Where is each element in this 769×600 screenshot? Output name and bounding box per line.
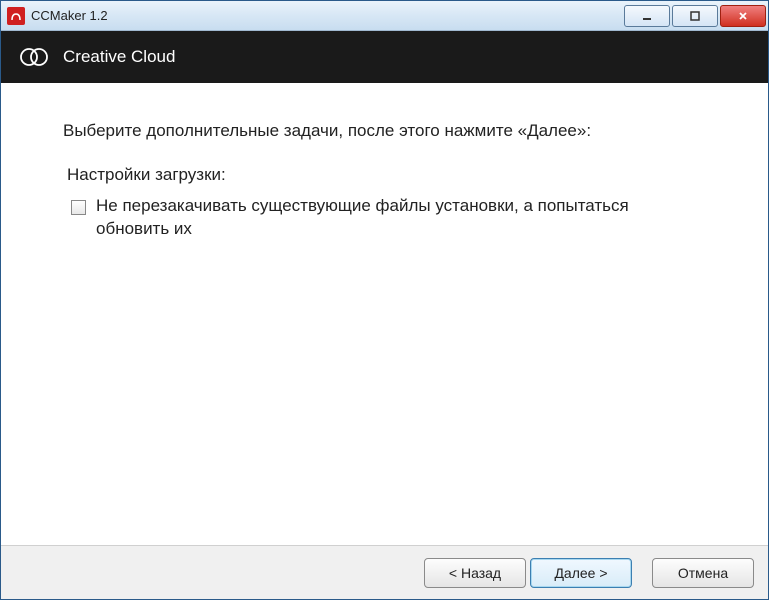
close-button[interactable] <box>720 5 766 27</box>
checkbox-row: Не перезакачивать существующие файлы уст… <box>71 195 706 241</box>
nav-button-group: < Назад Далее > <box>424 558 632 588</box>
cancel-button[interactable]: Отмена <box>652 558 754 588</box>
reuse-files-checkbox[interactable] <box>71 200 86 215</box>
section-label: Настройки загрузки: <box>67 165 706 185</box>
installer-header: Creative Cloud <box>1 31 768 83</box>
content-area: Выберите дополнительные задачи, после эт… <box>5 83 764 545</box>
footer: < Назад Далее > Отмена <box>1 545 768 599</box>
next-button[interactable]: Далее > <box>530 558 632 588</box>
checkbox-label[interactable]: Не перезакачивать существующие файлы уст… <box>96 195 676 241</box>
installer-window: CCMaker 1.2 Creative Cloud Выберите допо… <box>0 0 769 600</box>
instruction-text: Выберите дополнительные задачи, после эт… <box>63 121 706 141</box>
creative-cloud-icon <box>19 47 49 67</box>
window-controls <box>624 5 766 27</box>
titlebar[interactable]: CCMaker 1.2 <box>1 1 768 31</box>
minimize-button[interactable] <box>624 5 670 27</box>
back-button[interactable]: < Назад <box>424 558 526 588</box>
app-icon <box>7 7 25 25</box>
maximize-button[interactable] <box>672 5 718 27</box>
window-title: CCMaker 1.2 <box>31 8 624 23</box>
header-title: Creative Cloud <box>63 47 175 67</box>
